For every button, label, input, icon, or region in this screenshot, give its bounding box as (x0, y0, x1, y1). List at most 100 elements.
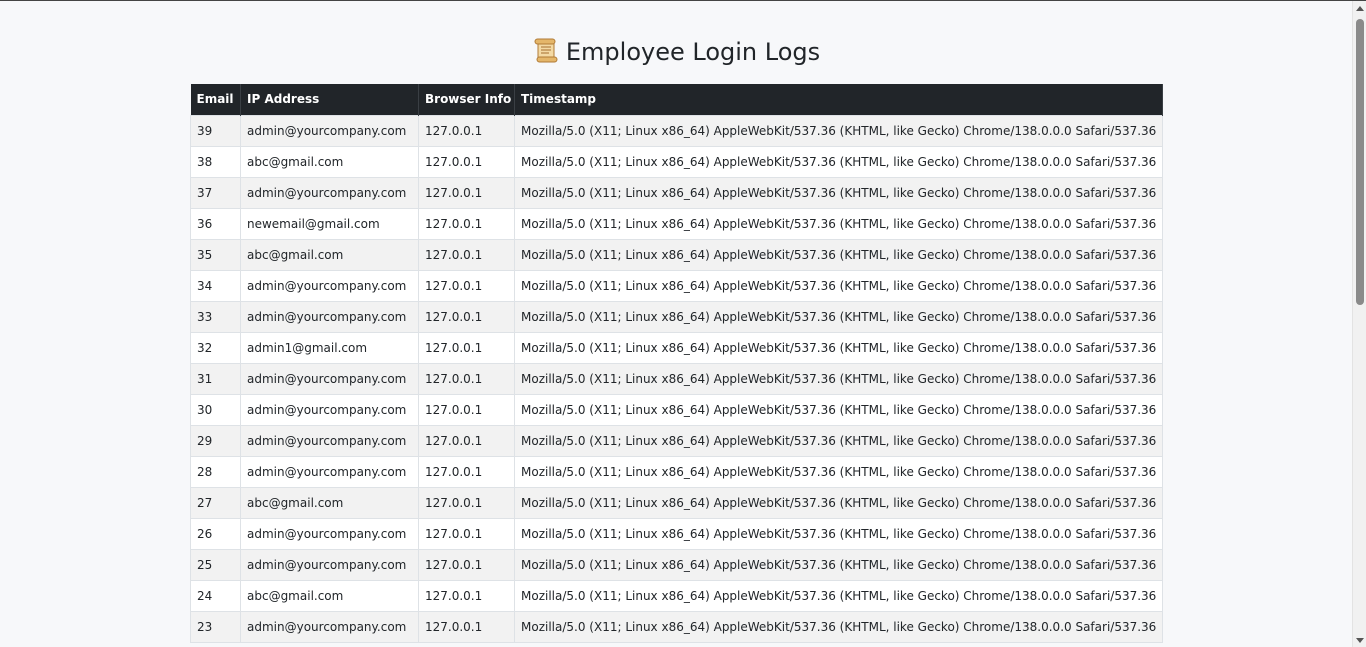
cell-browser-info: Mozilla/5.0 (X11; Linux x86_64) AppleWeb… (514, 610, 1163, 643)
cell-email: admin@yourcompany.com (240, 424, 419, 457)
cell-browser-info: Mozilla/5.0 (X11; Linux x86_64) AppleWeb… (514, 269, 1163, 302)
table-row: 29 admin@yourcompany.com 127.0.0.1 Mozilla/… (190, 424, 1163, 457)
cell-browser-info: Mozilla/5.0 (X11; Linux x86_64) AppleWeb… (514, 207, 1163, 240)
cell-email: admin@yourcompany.com (240, 610, 419, 643)
cell-id: 29 (190, 424, 241, 457)
cell-browser-info: Mozilla/5.0 (X11; Linux x86_64) AppleWeb… (514, 238, 1163, 271)
cell-id: 35 (190, 238, 241, 271)
cell-id: 30 (190, 393, 241, 426)
page-title: Employee Login Logs (0, 34, 1352, 70)
cell-browser-info: Mozilla/5.0 (X11; Linux x86_64) AppleWeb… (514, 517, 1163, 550)
cell-ip-address: 127.0.0.1 (418, 393, 515, 426)
cell-id: 24 (190, 579, 241, 612)
scroll-icon (534, 38, 558, 63)
login-logs-table: Email IP Address Browser Info Timestamp … (190, 84, 1163, 643)
cell-browser-info: Mozilla/5.0 (X11; Linux x86_64) AppleWeb… (514, 486, 1163, 519)
cell-ip-address: 127.0.0.1 (418, 207, 515, 240)
cell-email: admin@yourcompany.com (240, 300, 419, 333)
header-row: Email IP Address Browser Info Timestamp (190, 84, 1163, 115)
table-row: 35 abc@gmail.com 127.0.0.1 Mozilla/5.0 (X11… (190, 238, 1163, 271)
vertical-scrollbar[interactable] (1352, 1, 1366, 647)
cell-ip-address: 127.0.0.1 (418, 486, 515, 519)
scrollbar-thumb[interactable] (1356, 19, 1364, 305)
cell-ip-address: 127.0.0.1 (418, 176, 515, 209)
scroll-up-arrow-icon[interactable] (1356, 6, 1364, 11)
table-row: 24 abc@gmail.com 127.0.0.1 Mozilla/5.0 (X11… (190, 579, 1163, 612)
content-area: Employee Login Logs Email IP Address Bro… (0, 1, 1352, 647)
cell-email: abc@gmail.com (240, 145, 419, 178)
cell-email: newemail@gmail.com (240, 207, 419, 240)
table-row: 33 admin@yourcompany.com 127.0.0.1 Mozilla/… (190, 300, 1163, 333)
cell-ip-address: 127.0.0.1 (418, 331, 515, 364)
cell-id: 39 (190, 114, 241, 147)
cell-id: 34 (190, 269, 241, 302)
cell-ip-address: 127.0.0.1 (418, 300, 515, 333)
cell-browser-info: Mozilla/5.0 (X11; Linux x86_64) AppleWeb… (514, 362, 1163, 395)
cell-email: abc@gmail.com (240, 486, 419, 519)
table-body: 39 admin@yourcompany.com 127.0.0.1 Mozilla/… (190, 114, 1163, 643)
column-header-timestamp: Timestamp (514, 84, 1163, 115)
cell-id: 26 (190, 517, 241, 550)
cell-browser-info: Mozilla/5.0 (X11; Linux x86_64) AppleWeb… (514, 176, 1163, 209)
column-header-email: Email (190, 84, 241, 115)
table-header: Email IP Address Browser Info Timestamp (190, 84, 1163, 115)
cell-browser-info: Mozilla/5.0 (X11; Linux x86_64) AppleWeb… (514, 548, 1163, 581)
table-row: 38 abc@gmail.com 127.0.0.1 Mozilla/5.0 (X11… (190, 145, 1163, 178)
cell-id: 31 (190, 362, 241, 395)
page: Employee Login Logs Email IP Address Bro… (0, 0, 1366, 647)
column-header-browser-info: Browser Info (418, 84, 515, 115)
cell-ip-address: 127.0.0.1 (418, 579, 515, 612)
cell-ip-address: 127.0.0.1 (418, 362, 515, 395)
cell-ip-address: 127.0.0.1 (418, 238, 515, 271)
table-row: 27 abc@gmail.com 127.0.0.1 Mozilla/5.0 (X11… (190, 486, 1163, 519)
cell-email: abc@gmail.com (240, 238, 419, 271)
table-row: 25 admin@yourcompany.com 127.0.0.1 Mozilla/… (190, 548, 1163, 581)
cell-browser-info: Mozilla/5.0 (X11; Linux x86_64) AppleWeb… (514, 455, 1163, 488)
column-header-ip-address: IP Address (240, 84, 419, 115)
cell-ip-address: 127.0.0.1 (418, 424, 515, 457)
table-row: 39 admin@yourcompany.com 127.0.0.1 Mozilla/… (190, 114, 1163, 147)
table-row: 37 admin@yourcompany.com 127.0.0.1 Mozilla/… (190, 176, 1163, 209)
page-title-text: Employee Login Logs (565, 38, 821, 66)
cell-browser-info: Mozilla/5.0 (X11; Linux x86_64) AppleWeb… (514, 300, 1163, 333)
cell-id: 38 (190, 145, 241, 178)
cell-email: admin@yourcompany.com (240, 393, 419, 426)
cell-email: admin1@gmail.com (240, 331, 419, 364)
cell-id: 27 (190, 486, 241, 519)
table-row: 32 admin1@gmail.com 127.0.0.1 Mozilla/5.0 (… (190, 331, 1163, 364)
cell-ip-address: 127.0.0.1 (418, 517, 515, 550)
cell-email: admin@yourcompany.com (240, 362, 419, 395)
cell-email: admin@yourcompany.com (240, 517, 419, 550)
cell-ip-address: 127.0.0.1 (418, 610, 515, 643)
cell-browser-info: Mozilla/5.0 (X11; Linux x86_64) AppleWeb… (514, 579, 1163, 612)
cell-email: admin@yourcompany.com (240, 548, 419, 581)
cell-ip-address: 127.0.0.1 (418, 269, 515, 302)
cell-browser-info: Mozilla/5.0 (X11; Linux x86_64) AppleWeb… (514, 424, 1163, 457)
cell-ip-address: 127.0.0.1 (418, 455, 515, 488)
cell-email: abc@gmail.com (240, 579, 419, 612)
cell-email: admin@yourcompany.com (240, 455, 419, 488)
cell-ip-address: 127.0.0.1 (418, 114, 515, 147)
cell-id: 25 (190, 548, 241, 581)
cell-email: admin@yourcompany.com (240, 114, 419, 147)
cell-id: 37 (190, 176, 241, 209)
table-row: 26 admin@yourcompany.com 127.0.0.1 Mozilla/… (190, 517, 1163, 550)
cell-browser-info: Mozilla/5.0 (X11; Linux x86_64) AppleWeb… (514, 145, 1163, 178)
cell-ip-address: 127.0.0.1 (418, 548, 515, 581)
cell-id: 32 (190, 331, 241, 364)
cell-browser-info: Mozilla/5.0 (X11; Linux x86_64) AppleWeb… (514, 114, 1163, 147)
cell-browser-info: Mozilla/5.0 (X11; Linux x86_64) AppleWeb… (514, 393, 1163, 426)
cell-email: admin@yourcompany.com (240, 176, 419, 209)
table-row: 34 admin@yourcompany.com 127.0.0.1 Mozilla/… (190, 269, 1163, 302)
cell-id: 28 (190, 455, 241, 488)
cell-id: 36 (190, 207, 241, 240)
scroll-down-arrow-icon[interactable] (1356, 638, 1364, 643)
cell-id: 23 (190, 610, 241, 643)
table-row: 30 admin@yourcompany.com 127.0.0.1 Mozilla/… (190, 393, 1163, 426)
table-row: 36 newemail@gmail.com 127.0.0.1 Mozilla/5.0… (190, 207, 1163, 240)
table-row: 23 admin@yourcompany.com 127.0.0.1 Mozilla/… (190, 610, 1163, 643)
cell-browser-info: Mozilla/5.0 (X11; Linux x86_64) AppleWeb… (514, 331, 1163, 364)
cell-id: 33 (190, 300, 241, 333)
cell-email: admin@yourcompany.com (240, 269, 419, 302)
table-row: 31 admin@yourcompany.com 127.0.0.1 Mozilla/… (190, 362, 1163, 395)
